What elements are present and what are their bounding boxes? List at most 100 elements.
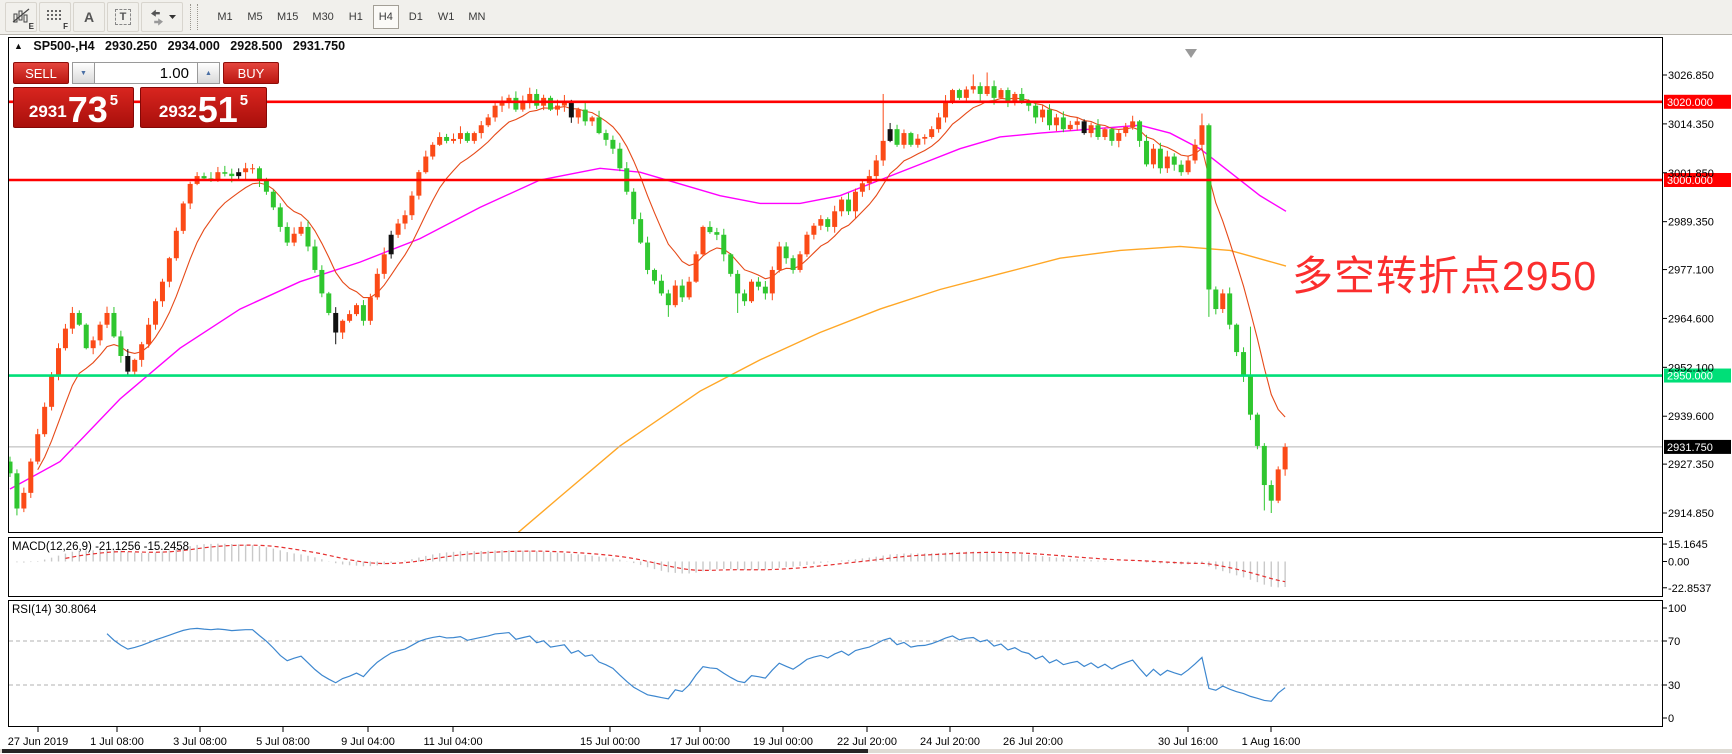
chevron-down-icon (169, 14, 177, 20)
chart-template-button[interactable]: E (5, 2, 37, 32)
timeframe-button-m5[interactable]: M5 (242, 5, 268, 29)
timeframe-button-w1[interactable]: W1 (433, 5, 460, 29)
candle-body (513, 98, 518, 110)
candle-body (139, 344, 144, 360)
arrow-up-icon: ▲ (205, 70, 212, 77)
candle-body (368, 297, 373, 320)
candle-body (167, 258, 172, 281)
candle-body (271, 192, 276, 208)
candle-body (222, 172, 227, 174)
collapse-triangle-icon[interactable]: ▲ (14, 41, 23, 51)
candle-body (416, 172, 421, 195)
text-label-button[interactable]: A (73, 2, 105, 32)
horizontal-scrollbar[interactable] (0, 749, 1732, 753)
timeframe-button-m1[interactable]: M1 (212, 5, 238, 29)
gray-triangle-marker[interactable] (1185, 49, 1197, 58)
fibo-letter: F (63, 22, 68, 31)
candle-body (354, 305, 359, 314)
candle-body (382, 254, 387, 274)
candle-body (811, 226, 816, 235)
macd-tick-label: 15.1645 (1668, 539, 1708, 551)
candle-body (929, 129, 934, 137)
arrows-icon (147, 8, 167, 26)
ma-slow-orange (505, 246, 1286, 543)
candle-body (28, 462, 33, 493)
candle-body (1144, 141, 1149, 164)
volume-increase-button[interactable]: ▲ (197, 62, 220, 84)
candle-body (14, 473, 19, 508)
candle-body (333, 313, 338, 333)
candle-body (319, 270, 324, 293)
candle-body (1096, 125, 1101, 137)
letter-t-icon: T (115, 9, 132, 25)
candle-body (603, 133, 608, 140)
candle-body (1220, 293, 1225, 309)
sell-price-box[interactable]: 2931 73 5 (13, 87, 134, 128)
price-tick-label: 3001.850 (1668, 168, 1714, 180)
volume-decrease-button[interactable]: ▼ (72, 62, 95, 84)
ohlc-high: 2934.000 (168, 39, 220, 53)
candle-body (652, 270, 657, 281)
candle-body (1199, 125, 1204, 145)
text-box-button[interactable]: T (107, 2, 139, 32)
timeframe-button-h4[interactable]: H4 (373, 5, 399, 29)
timeframe-button-h1[interactable]: H1 (343, 5, 369, 29)
chart-window: 3020.0003000.0002950.0002931.750 3026.85… (0, 35, 1732, 754)
candle-body (423, 157, 428, 173)
candle-body (285, 227, 290, 243)
candle-body (555, 106, 560, 110)
candle-body (42, 407, 47, 434)
candle-body (998, 90, 1003, 98)
candle-body (1137, 121, 1142, 141)
candle-body (901, 133, 906, 145)
candle-body (721, 235, 726, 255)
candle-body (936, 117, 941, 129)
sell-button[interactable]: SELL (13, 62, 69, 84)
chart-annotation: 多空转折点2950 (1292, 242, 1597, 302)
candle-body (659, 281, 664, 294)
candle-body (881, 141, 886, 161)
candle-body (1033, 106, 1038, 118)
candle-body (694, 254, 699, 281)
candle-body (888, 129, 893, 141)
ohlc-low: 2928.500 (230, 39, 282, 53)
candle-body (1165, 157, 1170, 169)
rsi-tick-label: 0 (1668, 713, 1674, 725)
candle-body (971, 86, 976, 89)
candle-body (278, 207, 283, 227)
scrollbar-thumb[interactable] (2, 749, 868, 753)
timeframe-button-d1[interactable]: D1 (403, 5, 429, 29)
candle-body (915, 139, 920, 145)
symbol-info: ▲ SP500-,H4 2930.250 2934.000 2928.500 2… (14, 39, 352, 53)
candle-body (943, 102, 948, 118)
grid-dots-icon (45, 7, 65, 27)
candle-body (763, 287, 768, 294)
buy-price-box[interactable]: 2932 51 5 (140, 87, 267, 128)
candle-body (950, 90, 955, 102)
moving-averages (10, 98, 1286, 544)
candle-body (742, 293, 747, 301)
time-tick-label: 22 Jul 20:00 (837, 736, 897, 748)
candle-body (569, 102, 574, 118)
rsi-label: RSI(14) 30.8064 (12, 604, 97, 616)
candle-body (49, 376, 54, 407)
candle-body (756, 282, 761, 287)
candle-body (1255, 415, 1260, 446)
arrows-dropdown-button[interactable] (141, 2, 183, 32)
candle-body (1283, 447, 1288, 469)
timeframe-button-m15[interactable]: M15 (272, 5, 303, 29)
time-axis: 27 Jun 20191 Jul 08:003 Jul 08:005 Jul 0… (8, 727, 1301, 748)
candle-body (56, 348, 61, 375)
fibo-grid-button[interactable]: F (39, 2, 71, 32)
volume-input[interactable] (95, 62, 197, 84)
buy-button[interactable]: BUY (223, 62, 279, 84)
sell-price-sup: 5 (110, 92, 118, 109)
price-tick-label: 2989.350 (1668, 217, 1714, 229)
timeframe-button-m30[interactable]: M30 (307, 5, 338, 29)
timeframe-button-mn[interactable]: MN (463, 5, 490, 29)
candle-body (617, 149, 622, 169)
current-price-label: 2931.750 (1667, 442, 1713, 454)
time-tick-label: 3 Jul 08:00 (173, 736, 227, 748)
candle-body (728, 254, 733, 274)
chart-canvas[interactable]: 3020.0003000.0002950.0002931.750 3026.85… (0, 35, 1732, 754)
